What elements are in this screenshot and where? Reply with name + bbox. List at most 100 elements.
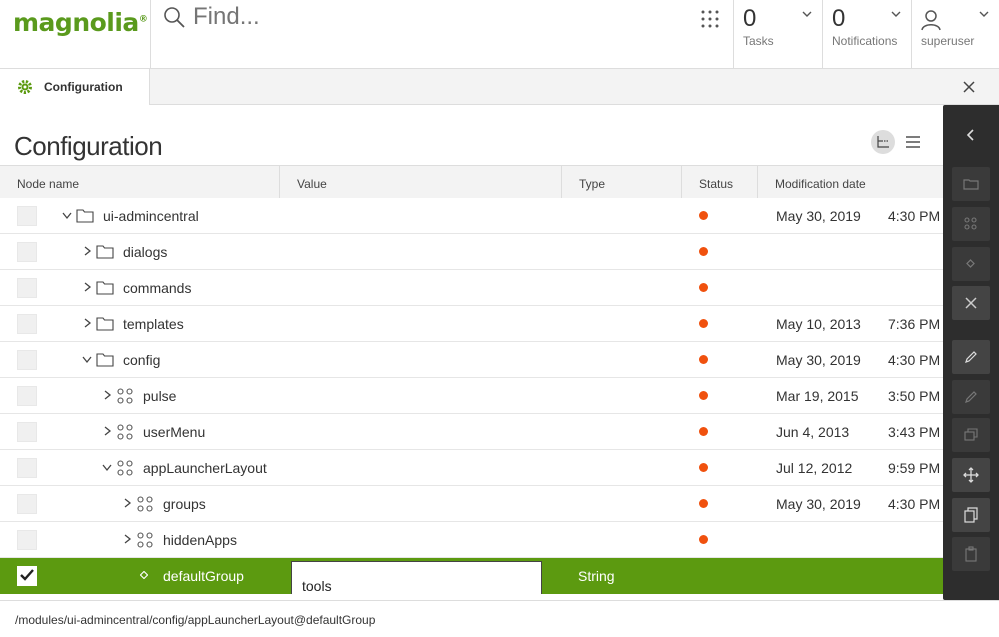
column-header-value[interactable]: Value — [280, 166, 562, 202]
row-checkbox[interactable] — [17, 530, 37, 550]
status-indicator — [699, 499, 708, 508]
tree-row[interactable]: pulse Mar 19, 2015 3:50 PM — [0, 378, 943, 414]
paste-item-button[interactable] — [952, 537, 990, 571]
pencil-icon — [965, 391, 977, 403]
modification-date: Mar 19, 2015 — [776, 388, 859, 404]
pencil-icon — [965, 351, 977, 363]
user-icon — [921, 10, 941, 31]
tree-row[interactable]: commands — [0, 270, 943, 306]
status-indicator — [699, 319, 708, 328]
modification-date: May 10, 2013 — [776, 316, 861, 332]
app-tab-bar: Configuration — [0, 69, 999, 105]
top-bar: magnolia® 0 Tasks 0 Notifications superu… — [0, 0, 999, 69]
status-indicator — [699, 355, 708, 364]
node-name: groups — [163, 496, 206, 512]
content-node-icon — [137, 496, 153, 512]
add-property-button[interactable] — [952, 247, 990, 281]
row-checkbox[interactable] — [17, 386, 37, 406]
chevron-right-icon[interactable] — [82, 246, 92, 256]
list-view-icon[interactable] — [905, 134, 921, 150]
duplicate-item-button[interactable] — [952, 418, 990, 452]
collapse-actionbar-button[interactable] — [952, 118, 990, 152]
modification-date: Jul 12, 2012 — [776, 460, 853, 476]
tasks-label: Tasks — [743, 34, 774, 48]
clipboard-icon — [965, 546, 977, 562]
row-checkbox[interactable] — [17, 278, 37, 298]
copy-item-button[interactable] — [952, 498, 990, 532]
column-header-modification-date[interactable]: Modification date — [758, 166, 943, 202]
add-content-node-button[interactable] — [952, 207, 990, 241]
tasks-indicator[interactable]: 0 Tasks — [733, 0, 822, 69]
chevron-right-icon[interactable] — [82, 282, 92, 292]
modification-time: 7:36 PM — [888, 316, 941, 332]
row-checkbox[interactable] — [17, 494, 37, 514]
column-header-status[interactable]: Status — [682, 166, 758, 202]
user-name: superuser — [921, 34, 975, 48]
row-checkbox[interactable] — [17, 422, 37, 442]
chevron-down-icon[interactable] — [82, 354, 92, 364]
chevron-down-icon[interactable] — [62, 210, 72, 220]
close-icon[interactable] — [962, 80, 976, 94]
chevron-down-icon — [979, 11, 989, 17]
status-indicator — [699, 283, 708, 292]
status-indicator — [699, 247, 708, 256]
row-checkbox[interactable] — [17, 314, 37, 334]
magnolia-logo[interactable]: magnolia® — [13, 8, 148, 37]
folder-icon — [76, 209, 94, 223]
modification-time: 4:30 PM — [888, 208, 941, 224]
row-checkbox[interactable] — [17, 350, 37, 370]
app-launcher-grid-icon[interactable] — [700, 9, 720, 29]
logo-mark: ® — [138, 14, 148, 25]
tree-row[interactable]: userMenu Jun 4, 2013 3:43 PM — [0, 414, 943, 450]
notifications-count: 0 — [832, 5, 846, 32]
checkmark-icon — [20, 569, 34, 581]
chevron-left-icon — [966, 129, 974, 141]
row-checkbox[interactable] — [17, 206, 37, 226]
node-name: templates — [123, 316, 184, 332]
move-icon — [963, 467, 979, 483]
delete-item-button[interactable] — [952, 286, 990, 320]
node-name: pulse — [143, 388, 177, 404]
edit-property-button[interactable] — [952, 380, 990, 414]
notifications-indicator[interactable]: 0 Notifications — [822, 0, 911, 69]
add-folder-button[interactable] — [952, 167, 990, 201]
tree-row[interactable]: config May 30, 2019 4:30 PM — [0, 342, 943, 378]
copy-icon — [964, 507, 978, 523]
modification-time: 3:50 PM — [888, 388, 941, 404]
chevron-right-icon[interactable] — [122, 498, 132, 508]
property-value-field[interactable]: tools — [291, 561, 542, 594]
tree-row[interactable]: groups May 30, 2019 4:30 PM — [0, 486, 943, 522]
modification-date: May 30, 2019 — [776, 496, 861, 512]
content-node-icon — [137, 532, 153, 548]
tab-configuration[interactable]: Configuration — [0, 69, 150, 105]
duplicate-icon — [964, 428, 978, 441]
action-bar — [943, 105, 999, 600]
tree-row[interactable]: ui-admincentral May 30, 2019 4:30 PM — [0, 198, 943, 234]
search-input[interactable] — [193, 0, 673, 34]
modification-time: 3:43 PM — [888, 424, 941, 440]
row-checkbox[interactable] — [17, 242, 37, 262]
chevron-right-icon[interactable] — [102, 426, 112, 436]
tree-row[interactable]: hiddenApps — [0, 522, 943, 558]
tree-row[interactable]: appLauncherLayout Jul 12, 2012 9:59 PM — [0, 450, 943, 486]
folder-icon — [96, 245, 114, 259]
tree-view-toggle[interactable] — [871, 130, 895, 154]
add-folder-icon — [963, 179, 979, 190]
chevron-right-icon[interactable] — [82, 318, 92, 328]
property-type: String — [578, 568, 615, 584]
tree-row[interactable]: templates May 10, 2013 7:36 PM — [0, 306, 943, 342]
column-header-type[interactable]: Type — [562, 166, 682, 202]
node-name: commands — [123, 280, 192, 296]
folder-icon — [96, 281, 114, 295]
row-checkbox[interactable] — [17, 458, 37, 478]
user-menu[interactable]: superuser — [911, 0, 999, 69]
rename-item-button[interactable] — [952, 340, 990, 374]
tree-row[interactable]: dialogs — [0, 234, 943, 270]
chevron-right-icon[interactable] — [102, 390, 112, 400]
move-item-button[interactable] — [952, 458, 990, 492]
tree-row-selected[interactable]: defaultGroup tools String — [0, 558, 943, 594]
chevron-down-icon[interactable] — [102, 462, 112, 472]
column-header-node-name[interactable]: Node name — [0, 166, 280, 202]
search-icon — [164, 7, 185, 28]
chevron-right-icon[interactable] — [122, 534, 132, 544]
